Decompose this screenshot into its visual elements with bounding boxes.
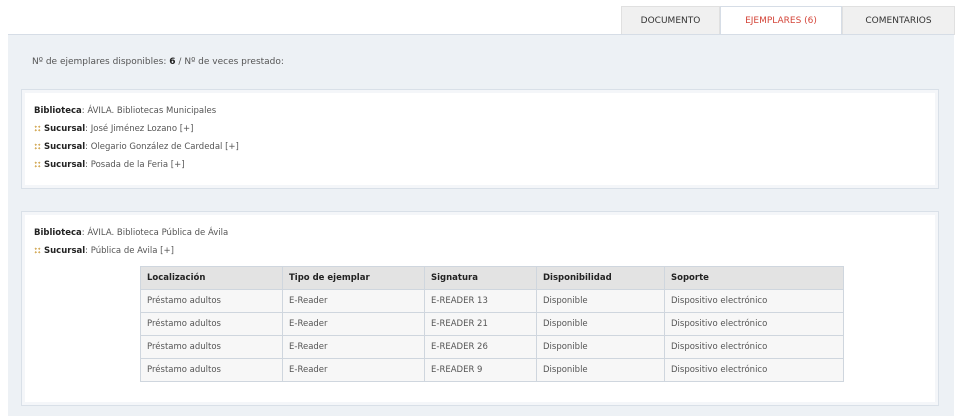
branch-line: Sucursal: Pública de Avila [+] xyxy=(34,246,174,256)
library-box-municipales: Biblioteca: ÁVILA. Bibliotecas Municipal… xyxy=(21,89,939,189)
tab-documento[interactable]: DOCUMENTO xyxy=(621,6,720,35)
cell-soporte: Dispositivo electrónico xyxy=(664,358,844,382)
branch-icon xyxy=(34,247,41,254)
column-header: Localización xyxy=(140,266,283,290)
table-header-row: Localización Tipo de ejemplar Signatura … xyxy=(140,266,844,290)
branch-icon xyxy=(34,125,41,132)
cell-soporte: Dispositivo electrónico xyxy=(664,289,844,313)
branch-name: José Jiménez Lozano xyxy=(90,124,178,134)
branch-name: Pública de Avila xyxy=(90,246,158,256)
column-header: Tipo de ejemplar xyxy=(282,266,425,290)
branch-icon xyxy=(34,143,41,150)
disponibles-label: Nº de ejemplares disponibles: xyxy=(32,57,167,67)
cell-soporte: Dispositivo electrónico xyxy=(664,335,844,359)
expand-branch-toggle[interactable]: [+] xyxy=(180,124,194,134)
expand-branch-toggle[interactable]: [+] xyxy=(171,160,185,170)
cell-localizacion: Préstamo adultos xyxy=(140,335,283,359)
cell-signatura: E-READER 26 xyxy=(424,335,537,359)
column-header: Soporte xyxy=(664,266,844,290)
table-row: Préstamo adultos E-Reader E-READER 26 Di… xyxy=(140,335,844,359)
branch-icon xyxy=(34,161,41,168)
cell-disponibilidad: Disponible xyxy=(536,358,665,382)
table-row: Préstamo adultos E-Reader E-READER 9 Dis… xyxy=(140,358,844,382)
library-box-publica: Biblioteca: ÁVILA. Biblioteca Pública de… xyxy=(21,211,939,406)
branch-label: Sucursal xyxy=(44,246,86,256)
library-name: ÁVILA. Bibliotecas Municipales xyxy=(87,106,217,116)
cell-localizacion: Préstamo adultos xyxy=(140,289,283,313)
library-line: Biblioteca: ÁVILA. Biblioteca Pública de… xyxy=(34,228,229,238)
branch-label: Sucursal xyxy=(44,142,86,152)
table-row: Préstamo adultos E-Reader E-READER 13 Di… xyxy=(140,289,844,313)
availability-summary: Nº de ejemplares disponibles: 6 / Nº de … xyxy=(32,57,284,67)
branch-line: Sucursal: Olegario González de Cardedal … xyxy=(34,142,239,152)
cell-soporte: Dispositivo electrónico xyxy=(664,312,844,336)
cell-disponibilidad: Disponible xyxy=(536,335,665,359)
branch-name: Olegario González de Cardedal xyxy=(90,142,223,152)
disponibles-value: 6 xyxy=(169,57,176,67)
ejemplares-table: Localización Tipo de ejemplar Signatura … xyxy=(140,266,844,382)
cell-signatura: E-READER 13 xyxy=(424,289,537,313)
cell-localizacion: Préstamo adultos xyxy=(140,358,283,382)
tab-ejemplares[interactable]: EJEMPLARES (6) xyxy=(720,6,842,36)
cell-tipo: E-Reader xyxy=(282,289,425,313)
cell-signatura: E-READER 9 xyxy=(424,358,537,382)
library-label: Biblioteca xyxy=(34,106,82,116)
cell-tipo: E-Reader xyxy=(282,312,425,336)
branch-label: Sucursal xyxy=(44,124,86,134)
expand-branch-toggle[interactable]: [+] xyxy=(160,246,174,256)
cell-disponibilidad: Disponible xyxy=(536,312,665,336)
expand-branch-toggle[interactable]: [+] xyxy=(225,142,239,152)
tab-comentarios[interactable]: COMENTARIOS xyxy=(842,6,955,35)
column-header: Signatura xyxy=(424,266,537,290)
tab-bar: DOCUMENTO EJEMPLARES (6) COMENTARIOS xyxy=(621,6,955,36)
branch-name: Posada de la Feria xyxy=(90,160,169,170)
cell-localizacion: Préstamo adultos xyxy=(140,312,283,336)
table-row: Préstamo adultos E-Reader E-READER 21 Di… xyxy=(140,312,844,336)
library-line: Biblioteca: ÁVILA. Bibliotecas Municipal… xyxy=(34,106,217,116)
cell-tipo: E-Reader xyxy=(282,358,425,382)
column-header: Disponibilidad xyxy=(536,266,665,290)
cell-tipo: E-Reader xyxy=(282,335,425,359)
prestado-label: Nº de veces prestado: xyxy=(184,57,284,67)
cell-disponibilidad: Disponible xyxy=(536,289,665,313)
branch-line: Sucursal: José Jiménez Lozano [+] xyxy=(34,124,194,134)
library-label: Biblioteca xyxy=(34,228,82,238)
branch-label: Sucursal xyxy=(44,160,86,170)
summary-separator: / xyxy=(178,57,182,67)
cell-signatura: E-READER 21 xyxy=(424,312,537,336)
library-name: ÁVILA. Biblioteca Pública de Ávila xyxy=(87,228,229,238)
branch-line: Sucursal: Posada de la Feria [+] xyxy=(34,160,185,170)
